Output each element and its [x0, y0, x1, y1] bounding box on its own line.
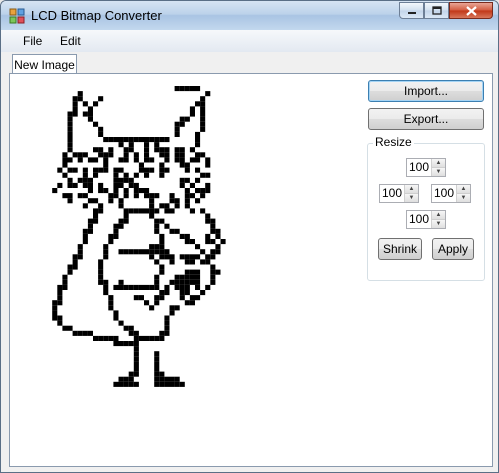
resize-bottom-spinner[interactable]: 100 ▲ ▼	[406, 210, 446, 229]
window-title: LCD Bitmap Converter	[31, 8, 162, 23]
resize-right-spinner[interactable]: 100 ▲ ▼	[431, 184, 471, 203]
title-bar[interactable]: LCD Bitmap Converter	[1, 1, 498, 30]
import-button[interactable]: Import...	[368, 80, 484, 102]
shrink-button[interactable]: Shrink	[378, 238, 422, 260]
close-icon	[465, 5, 477, 16]
maximize-icon	[431, 6, 442, 15]
minimize-icon	[407, 11, 416, 14]
export-button[interactable]: Export...	[368, 108, 484, 130]
tab-strip: New Image	[1, 52, 498, 74]
resize-left-spinner[interactable]: 100 ▲ ▼	[379, 184, 419, 203]
bitmap-canvas[interactable]	[10, 74, 370, 454]
spin-up-icon[interactable]: ▲	[405, 185, 418, 193]
spin-down-icon[interactable]: ▼	[405, 193, 418, 202]
spin-down-icon[interactable]: ▼	[432, 167, 445, 176]
menu-edit[interactable]: Edit	[60, 34, 81, 48]
resize-top-spinner[interactable]: 100 ▲ ▼	[406, 158, 446, 177]
close-button[interactable]	[449, 2, 493, 19]
minimize-button[interactable]	[399, 2, 424, 19]
apply-button[interactable]: Apply	[432, 238, 474, 260]
resize-top-value[interactable]: 100	[407, 159, 431, 176]
resize-bottom-value[interactable]: 100	[407, 211, 431, 228]
menu-bar: File Edit	[1, 30, 498, 52]
maximize-button[interactable]	[424, 2, 449, 19]
resize-right-value[interactable]: 100	[432, 185, 456, 202]
spin-up-icon[interactable]: ▲	[432, 211, 445, 219]
spin-up-icon[interactable]: ▲	[457, 185, 470, 193]
menu-file[interactable]: File	[23, 34, 42, 48]
spin-down-icon[interactable]: ▼	[457, 193, 470, 202]
tab-new-image[interactable]: New Image	[12, 54, 77, 74]
resize-title: Resize	[373, 135, 414, 149]
resize-groupbox: Resize 100 ▲ ▼ 100 ▲ ▼ 100 ▲ ▼ 100 ▲ ▼ S…	[367, 135, 485, 281]
spin-up-icon[interactable]: ▲	[432, 159, 445, 167]
tab-panel: Import... Export... Resize 100 ▲ ▼ 100 ▲…	[9, 73, 493, 467]
app-window: LCD Bitmap Converter File Edit New Image…	[0, 0, 499, 473]
resize-left-value[interactable]: 100	[380, 185, 404, 202]
app-icon	[9, 8, 25, 24]
spin-down-icon[interactable]: ▼	[432, 219, 445, 228]
